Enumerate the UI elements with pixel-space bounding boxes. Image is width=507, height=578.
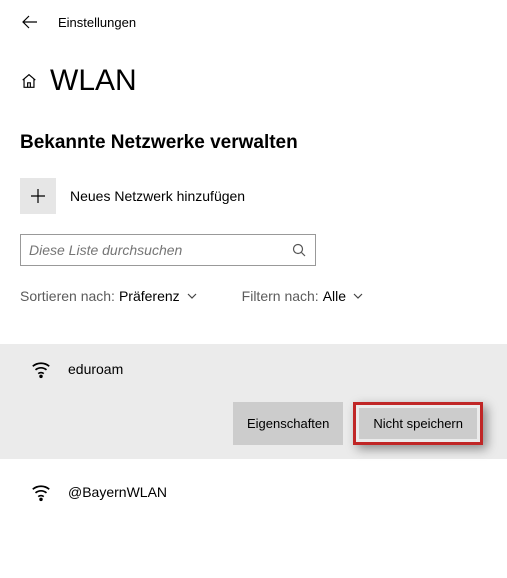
home-icon[interactable] <box>20 72 38 90</box>
wifi-icon <box>30 358 52 380</box>
chevron-down-icon <box>186 290 198 302</box>
filter-control[interactable]: Filtern nach: Alle <box>242 288 364 304</box>
page-title: WLAN <box>50 64 137 98</box>
sort-value: Präferenz <box>119 288 180 304</box>
sort-control[interactable]: Sortieren nach: Präferenz <box>20 288 198 304</box>
filter-label: Filtern nach: <box>242 288 319 304</box>
window-header: Einstellungen <box>0 0 507 40</box>
network-item-bayernwlan[interactable]: @BayernWLAN <box>0 459 507 511</box>
search-input[interactable] <box>29 242 291 258</box>
plus-icon <box>20 178 56 214</box>
arrow-left-icon <box>22 14 38 30</box>
network-name: @BayernWLAN <box>68 484 167 500</box>
network-row: @BayernWLAN <box>30 481 487 503</box>
network-list: eduroam Eigenschaften Nicht speichern <box>0 344 507 511</box>
sort-label: Sortieren nach: <box>20 288 115 304</box>
forget-button-highlight: Nicht speichern <box>353 402 483 445</box>
network-row: eduroam <box>30 358 487 380</box>
wifi-icon <box>30 481 52 503</box>
forget-button[interactable]: Nicht speichern <box>359 408 477 439</box>
network-actions: Eigenschaften Nicht speichern <box>30 402 487 445</box>
page-title-row: WLAN <box>20 64 487 98</box>
add-network-button[interactable]: Neues Netzwerk hinzufügen <box>20 178 487 214</box>
network-name: eduroam <box>68 361 123 377</box>
search-box[interactable] <box>20 234 316 266</box>
chevron-down-icon <box>352 290 364 302</box>
network-item-eduroam[interactable]: eduroam Eigenschaften Nicht speichern <box>0 344 507 459</box>
section-title: Bekannte Netzwerke verwalten <box>20 132 487 154</box>
back-button[interactable] <box>20 12 40 32</box>
add-network-label: Neues Netzwerk hinzufügen <box>70 188 245 204</box>
main-content: WLAN Bekannte Netzwerke verwalten Neues … <box>0 40 507 511</box>
properties-button[interactable]: Eigenschaften <box>233 402 343 445</box>
list-controls: Sortieren nach: Präferenz Filtern nach: … <box>20 288 487 304</box>
header-title: Einstellungen <box>58 15 136 30</box>
filter-value: Alle <box>323 288 346 304</box>
search-icon[interactable] <box>291 242 307 258</box>
